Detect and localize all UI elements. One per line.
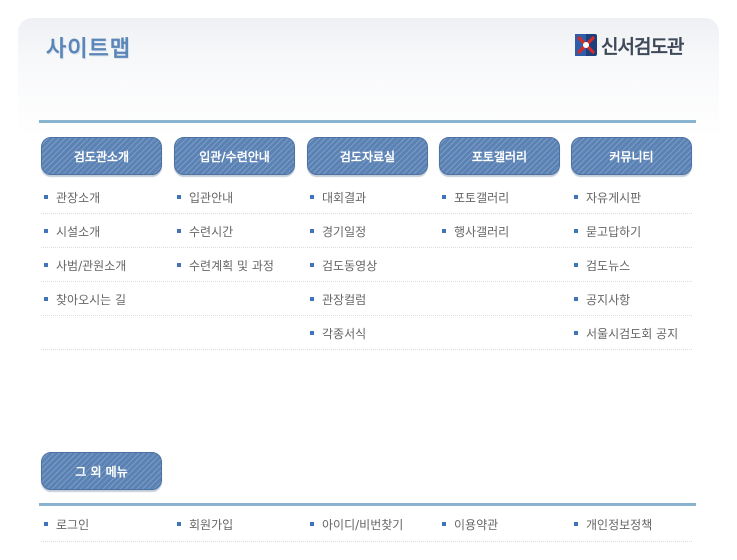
sitemap-link-label: 사범/관원소개 bbox=[56, 258, 127, 273]
sitemap-link[interactable]: 자유게시판 bbox=[571, 180, 641, 214]
bullet-icon bbox=[574, 522, 578, 526]
bullet-icon bbox=[44, 263, 48, 267]
row-divider bbox=[41, 213, 692, 214]
bullet-icon bbox=[177, 195, 181, 199]
category-header-2[interactable]: 검도자료실 bbox=[307, 137, 428, 175]
sitemap-link-label: 행사갤러리 bbox=[454, 224, 510, 239]
other-menu-link-label: 아이디/비번찾기 bbox=[322, 517, 404, 532]
bullet-icon bbox=[44, 229, 48, 233]
sitemap-link[interactable]: 묻고답하기 bbox=[571, 214, 641, 248]
bullet-icon bbox=[44, 297, 48, 301]
bullet-icon bbox=[44, 195, 48, 199]
logo-text: 신서검도관 bbox=[601, 35, 684, 58]
sitemap-link-label: 포토갤러리 bbox=[454, 190, 510, 205]
row-divider bbox=[41, 349, 692, 350]
sitemap-link-label: 수련시간 bbox=[189, 224, 234, 239]
bullet-icon bbox=[177, 263, 181, 267]
category-header-4[interactable]: 커뮤니티 bbox=[571, 137, 692, 175]
sitemap-link[interactable]: 입관안내 bbox=[174, 180, 233, 214]
sitemap-link-label: 대회결과 bbox=[322, 190, 367, 205]
sitemap-link-label: 입관안내 bbox=[189, 190, 234, 205]
bullet-icon bbox=[442, 195, 446, 199]
sitemap-link-label: 시설소개 bbox=[56, 224, 101, 239]
other-menu-link-label: 회원가입 bbox=[189, 517, 234, 532]
other-menu-link-label: 이용약관 bbox=[454, 517, 499, 532]
other-menu-link[interactable]: 회원가입 bbox=[174, 507, 233, 541]
bullet-icon bbox=[310, 331, 314, 335]
bullet-icon bbox=[442, 229, 446, 233]
bullet-icon bbox=[310, 229, 314, 233]
other-menu-link[interactable]: 아이디/비번찾기 bbox=[307, 507, 403, 541]
sitemap-link-label: 묻고답하기 bbox=[586, 224, 642, 239]
category-header-1[interactable]: 입관/수련안내 bbox=[174, 137, 295, 175]
other-menu-link[interactable]: 로그인 bbox=[41, 507, 89, 541]
sitemap-link[interactable]: 경기일정 bbox=[307, 214, 366, 248]
bullet-icon bbox=[574, 229, 578, 233]
bullet-icon bbox=[44, 522, 48, 526]
sitemap-link-label: 관장소개 bbox=[56, 190, 101, 205]
sitemap-link[interactable]: 각종서식 bbox=[307, 316, 366, 350]
sitemap-link[interactable]: 관장소개 bbox=[41, 180, 100, 214]
sitemap-link-label: 공지사항 bbox=[586, 292, 631, 307]
site-logo[interactable]: 신서검도관 bbox=[575, 32, 684, 58]
row-divider bbox=[41, 315, 692, 316]
sitemap-link[interactable]: 시설소개 bbox=[41, 214, 100, 248]
other-menu-link-label: 개인정보정책 bbox=[586, 517, 653, 532]
bullet-icon bbox=[574, 331, 578, 335]
sitemap-link[interactable]: 수련계획 및 과정 bbox=[174, 248, 274, 282]
bullet-icon bbox=[177, 229, 181, 233]
sitemap-link[interactable]: 행사갤러리 bbox=[439, 214, 509, 248]
sitemap-link[interactable]: 검도뉴스 bbox=[571, 248, 630, 282]
row-divider bbox=[41, 247, 692, 248]
sitemap-link[interactable]: 포토갤러리 bbox=[439, 180, 509, 214]
other-menu-link-label: 로그인 bbox=[56, 517, 90, 532]
bullet-icon bbox=[310, 297, 314, 301]
bullet-icon bbox=[310, 522, 314, 526]
page-title: 사이트맵 bbox=[46, 37, 131, 62]
sitemap-link[interactable]: 사범/관원소개 bbox=[41, 248, 126, 282]
sitemap-link[interactable]: 수련시간 bbox=[174, 214, 233, 248]
other-menu-header[interactable]: 그 외 메뉴 bbox=[41, 452, 162, 490]
bullet-icon bbox=[442, 522, 446, 526]
bullet-icon bbox=[310, 263, 314, 267]
sinseo-emblem-icon bbox=[575, 34, 597, 56]
category-header-0[interactable]: 검도관소개 bbox=[41, 137, 162, 175]
category-header-3[interactable]: 포토갤러리 bbox=[439, 137, 560, 175]
bullet-icon bbox=[310, 195, 314, 199]
other-menu-link[interactable]: 이용약관 bbox=[439, 507, 498, 541]
bullet-icon bbox=[177, 522, 181, 526]
bullet-icon bbox=[574, 297, 578, 301]
bullet-icon bbox=[574, 263, 578, 267]
sitemap-link[interactable]: 찾아오시는 길 bbox=[41, 282, 126, 316]
sitemap-link-label: 검도동영상 bbox=[322, 258, 378, 273]
top-divider bbox=[39, 120, 696, 123]
sitemap-link-label: 서울시검도회 공지 bbox=[586, 326, 679, 341]
sitemap-link[interactable]: 검도동영상 bbox=[307, 248, 377, 282]
sitemap-link-label: 검도뉴스 bbox=[586, 258, 631, 273]
bottom-divider bbox=[39, 503, 696, 506]
sitemap-link-label: 경기일정 bbox=[322, 224, 367, 239]
sitemap-link[interactable]: 서울시검도회 공지 bbox=[571, 316, 678, 350]
bullet-icon bbox=[574, 195, 578, 199]
sitemap-link-label: 수련계획 및 과정 bbox=[189, 258, 274, 273]
sitemap-link[interactable]: 관장컬럼 bbox=[307, 282, 366, 316]
sitemap-link[interactable]: 공지사항 bbox=[571, 282, 630, 316]
sitemap-link-label: 찾아오시는 길 bbox=[56, 292, 127, 307]
row-divider bbox=[41, 281, 692, 282]
row-divider bbox=[41, 541, 692, 542]
other-menu-link[interactable]: 개인정보정책 bbox=[571, 507, 652, 541]
sitemap-link-label: 관장컬럼 bbox=[322, 292, 367, 307]
sitemap-link-label: 각종서식 bbox=[322, 326, 367, 341]
sitemap-link-label: 자유게시판 bbox=[586, 190, 642, 205]
sitemap-link[interactable]: 대회결과 bbox=[307, 180, 366, 214]
